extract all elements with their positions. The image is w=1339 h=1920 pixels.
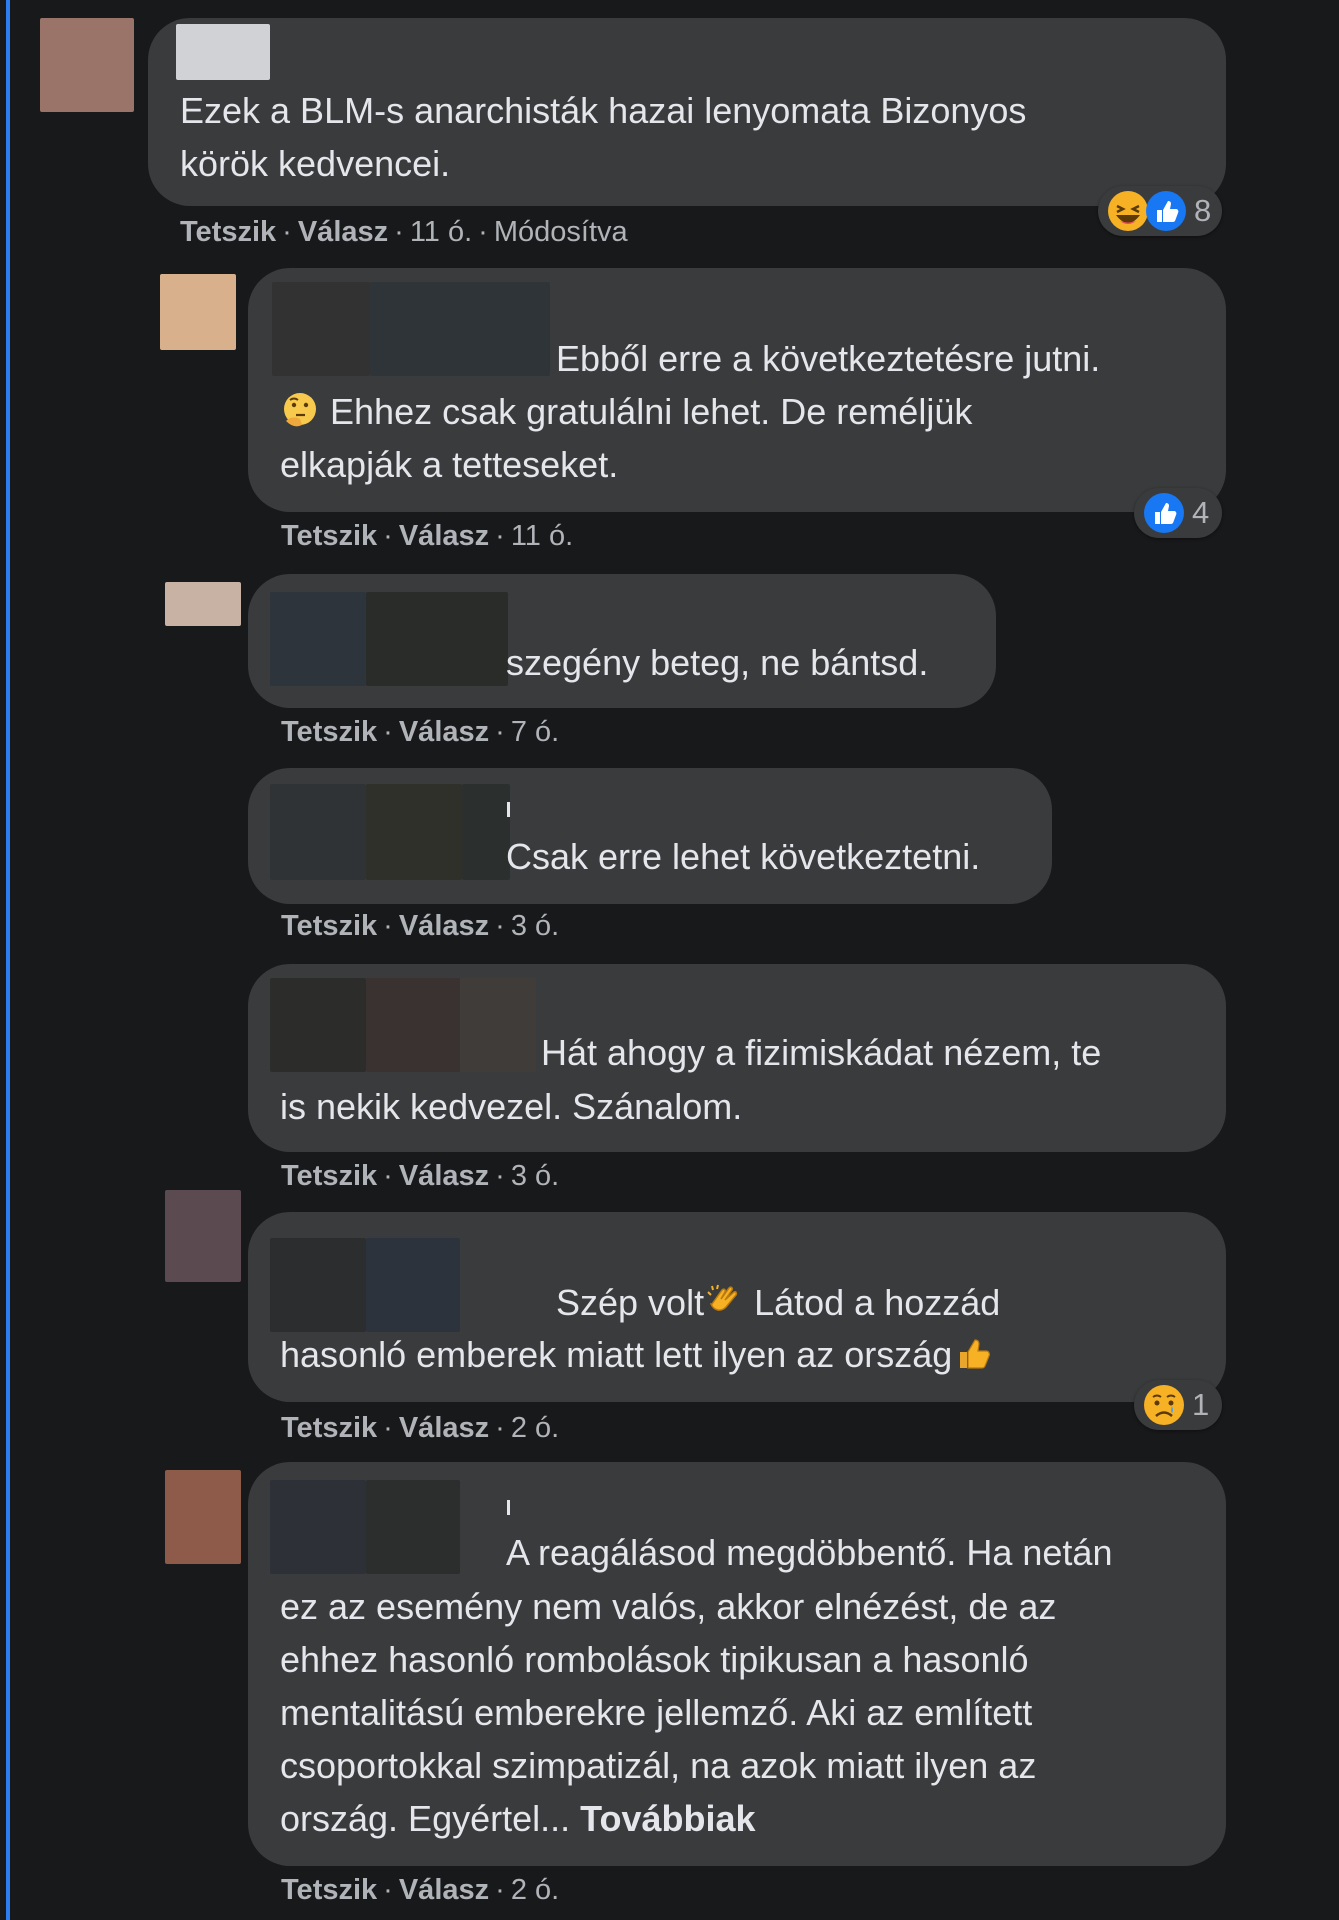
author-name-redacted[interactable] — [366, 978, 460, 1072]
timestamp[interactable]: 11 ó. — [410, 216, 472, 248]
avatar[interactable] — [40, 18, 134, 112]
author-name-redacted[interactable] — [270, 1480, 366, 1574]
comment-actions: Tetszik · Válasz · 11 ó. · Módosítva — [180, 216, 628, 248]
reply-link[interactable]: Válasz — [399, 1160, 489, 1192]
like-link[interactable]: Tetszik — [180, 216, 276, 248]
like-icon — [1144, 493, 1184, 533]
author-name-redacted[interactable] — [176, 24, 270, 80]
like-link[interactable]: Tetszik — [281, 910, 377, 942]
reaction-count: 8 — [1194, 193, 1212, 228]
reply-link[interactable]: Válasz — [399, 1412, 489, 1444]
reaction-count: 1 — [1192, 1387, 1210, 1422]
comment-text: Szép volt Látod a hozzád — [556, 1276, 1216, 1329]
timestamp[interactable]: 3 ó. — [511, 1160, 559, 1192]
author-name-redacted[interactable] — [366, 1480, 460, 1574]
author-name-redacted[interactable] — [272, 282, 370, 376]
comment-text-b: Látod a hozzád — [744, 1282, 1001, 1323]
author-name-redacted[interactable] — [460, 978, 536, 1072]
comment-text-line: Hát ahogy a fizimiskádat nézem, te — [541, 1032, 1102, 1073]
author-name-redacted[interactable] — [270, 592, 366, 686]
comment-actions: Tetszik · Válasz · 11 ó. — [281, 520, 574, 552]
like-link[interactable]: Tetszik — [281, 716, 377, 748]
comment-text: Ehhez csak gratulálni lehet. De reméljük… — [280, 385, 1210, 491]
text-cursor — [507, 802, 510, 817]
reply-link[interactable]: Válasz — [298, 216, 388, 248]
author-name-redacted[interactable] — [270, 978, 366, 1072]
reactions-summary[interactable]: 4 — [1134, 488, 1222, 538]
reply-link[interactable]: Válasz — [399, 520, 489, 552]
comment-text: A reagálásod megdöbbentő. Ha netán — [506, 1526, 1216, 1579]
comment-text: hasonló emberek miatt lett ilyen az orsz… — [280, 1328, 1210, 1381]
timestamp[interactable]: 2 ó. — [511, 1412, 559, 1444]
author-name-redacted[interactable] — [370, 282, 550, 376]
author-name-redacted[interactable] — [270, 1238, 366, 1332]
reactions-summary[interactable]: 1 — [1134, 1380, 1222, 1430]
text-cursor — [507, 1500, 510, 1515]
timestamp[interactable]: 2 ó. — [511, 1874, 559, 1906]
author-name-redacted[interactable] — [366, 592, 508, 686]
comment-text: szegény beteg, ne bántsd. — [506, 642, 929, 683]
like-link[interactable]: Tetszik — [281, 520, 377, 552]
comment-actions: Tetszik · Válasz · 3 ó. — [281, 910, 560, 942]
timestamp[interactable]: 11 ó. — [511, 520, 573, 552]
like-link[interactable]: Tetszik — [281, 1412, 377, 1444]
comment-text: Ebből erre a következtetésre jutni. — [556, 332, 1216, 385]
thinking-face-icon — [284, 393, 316, 427]
comment-actions: Tetszik · Válasz · 3 ó. — [281, 1160, 560, 1192]
thumbs-up-icon — [960, 1339, 991, 1370]
thread-line — [6, 0, 10, 1920]
avatar[interactable] — [165, 1470, 241, 1564]
like-link[interactable]: Tetszik — [281, 1874, 377, 1906]
reactions-summary[interactable]: 8 — [1098, 186, 1222, 236]
comment-actions: Tetszik · Válasz · 2 ó. — [281, 1874, 560, 1906]
timestamp[interactable]: 3 ó. — [511, 910, 559, 942]
author-name-redacted[interactable] — [366, 784, 462, 880]
avatar[interactable] — [165, 582, 241, 626]
comment-text-rest: Ehhez csak gratulálni lehet. De reméljük… — [280, 391, 973, 485]
comment-text-line: Ebből erre a következtetésre jutni. — [556, 338, 1101, 379]
comment-text-line: A reagálásod megdöbbentő. Ha netán — [506, 1532, 1113, 1573]
author-name-redacted[interactable] — [462, 784, 510, 880]
comment-text: ez az esemény nem valós, akkor elnézést,… — [280, 1580, 1210, 1845]
author-name-redacted[interactable] — [270, 784, 366, 880]
avatar[interactable] — [160, 274, 236, 350]
reply-link[interactable]: Válasz — [399, 716, 489, 748]
see-more-link[interactable]: Továbbiak — [580, 1798, 755, 1839]
reply-link[interactable]: Válasz — [399, 1874, 489, 1906]
comment-text-a: Szép volt — [556, 1282, 705, 1323]
sad-icon — [1144, 1385, 1184, 1425]
like-link[interactable]: Tetszik — [281, 1160, 377, 1192]
comment-actions: Tetszik · Válasz · 7 ó. — [281, 716, 560, 748]
reply-link[interactable]: Válasz — [399, 910, 489, 942]
like-icon — [1146, 191, 1186, 231]
avatar[interactable] — [165, 1190, 241, 1282]
comment-actions: Tetszik · Válasz · 2 ó. — [281, 1412, 560, 1444]
comment-text: Ezek a BLM-s anarchisták hazai lenyomata… — [180, 90, 1027, 184]
reaction-count: 4 — [1192, 495, 1210, 530]
edited-label: Módosítva — [493, 216, 628, 248]
comment-text-c: hasonló emberek miatt lett ilyen az orsz… — [280, 1334, 953, 1375]
comment-text: is nekik kedvezel. Szánalom. — [280, 1086, 743, 1127]
comment-text: Hát ahogy a fizimiskádat nézem, te — [541, 1026, 1221, 1079]
clapping-hands-icon — [707, 1285, 738, 1312]
author-name-redacted[interactable] — [366, 1238, 460, 1332]
comment-text: Csak erre lehet következtetni. — [506, 836, 981, 877]
timestamp[interactable]: 7 ó. — [511, 716, 559, 748]
